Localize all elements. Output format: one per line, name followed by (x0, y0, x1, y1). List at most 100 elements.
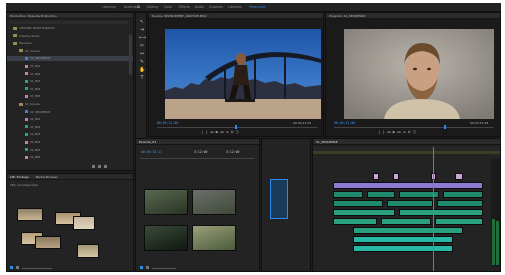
project-item[interactable]: 02_B04 (7, 140, 133, 145)
timeline-clip[interactable] (393, 173, 399, 180)
project-item[interactable]: Chasing Trailer (7, 34, 133, 39)
project-item[interactable]: 01_Scenes (7, 102, 133, 107)
step-forward-icon[interactable]: ▸▸ (398, 130, 402, 134)
overwrite-icon[interactable]: ⧉ (231, 130, 234, 134)
icon-view-icon[interactable] (145, 266, 149, 269)
timeline-clip[interactable] (353, 245, 453, 252)
timeline-clip[interactable] (367, 191, 395, 198)
bin-clip-thumb[interactable] (144, 225, 188, 251)
workspace-tab-production[interactable]: Production (249, 5, 266, 9)
bin-zoom-slider[interactable] (151, 267, 176, 269)
track-select-icon[interactable]: ⇥ (139, 27, 145, 33)
timeline-clip[interactable] (333, 191, 363, 198)
timeline-clip[interactable] (333, 209, 395, 216)
timeline-clip[interactable] (399, 209, 483, 216)
project-item[interactable]: Episodes (7, 41, 133, 46)
step-back-icon[interactable]: ◂◂ (210, 130, 214, 134)
timeline-clip[interactable] (373, 173, 379, 180)
bin-clip-thumb[interactable] (192, 225, 236, 251)
hand-icon[interactable]: ✋ (139, 67, 145, 73)
source-playhead[interactable] (235, 125, 237, 129)
tab-media-browser[interactable]: Media Browser (36, 175, 58, 179)
list-view-icon[interactable] (10, 266, 13, 269)
project-item[interactable]: 02_B03 (7, 132, 133, 137)
project-item[interactable]: 01_B03 (7, 79, 133, 84)
workspace-tab-learning[interactable]: Learning (102, 5, 116, 9)
bin-tab[interactable]: Episode_03 (139, 140, 156, 144)
new-item-icon[interactable] (97, 165, 101, 168)
icon-view-icon[interactable] (15, 266, 19, 269)
source-scrubber[interactable] (157, 127, 317, 128)
workspace-tab-graphics[interactable]: Graphics (209, 5, 223, 9)
timeline-clip[interactable] (443, 191, 483, 198)
selection-tool-icon[interactable]: ↖ (139, 19, 145, 25)
razor-icon[interactable]: ✂ (139, 43, 145, 49)
mark-in-icon[interactable]: { (378, 130, 380, 134)
new-bin-icon[interactable] (92, 165, 95, 168)
project-item[interactable]: 02_B01 (7, 117, 133, 122)
program-timecode[interactable]: 00;05;12;00 (334, 121, 355, 125)
play-icon[interactable]: ▶ (216, 130, 219, 134)
timeline-clip[interactable] (353, 227, 463, 234)
bin-clip-thumb[interactable] (192, 189, 236, 215)
media-thumb[interactable] (35, 236, 61, 249)
timeline-clip[interactable] (435, 218, 483, 225)
step-forward-icon[interactable]: ▸▸ (221, 130, 225, 134)
step-back-icon[interactable]: ◂◂ (387, 130, 391, 134)
source-timecode[interactable]: 00;05;12;00 (157, 121, 178, 125)
project-item[interactable]: 02_B02 (7, 125, 133, 130)
project-scrollbar[interactable] (129, 35, 132, 75)
lift-icon[interactable]: ⧈ (403, 130, 405, 134)
workspace-tab-editing[interactable]: Editing (147, 5, 158, 9)
program-scrubber[interactable] (334, 127, 494, 128)
timeline-clip[interactable] (437, 200, 483, 207)
track-target-area[interactable] (270, 179, 288, 219)
timeline-clip[interactable] (333, 218, 377, 225)
project-item[interactable]: 01_B01 (7, 64, 133, 69)
media-thumb[interactable] (77, 244, 99, 258)
pen-icon[interactable]: ✎ (139, 59, 145, 65)
project-item[interactable]: 02_SEQUENCE (7, 110, 133, 115)
mark-in-icon[interactable]: { (201, 130, 203, 134)
project-item[interactable]: 01_B04 (7, 87, 133, 92)
list-view-icon[interactable] (140, 266, 143, 269)
project-search-input[interactable] (10, 21, 128, 24)
mark-out-icon[interactable]: } (382, 130, 384, 134)
ripple-edit-icon[interactable]: ⟷ (139, 35, 146, 41)
workspace-tab-color[interactable]: Color (164, 5, 172, 9)
timeline-clip[interactable] (387, 200, 433, 207)
trash-icon[interactable] (103, 165, 107, 168)
export-frame-icon[interactable]: ◫ (236, 130, 239, 134)
mark-out-icon[interactable]: } (205, 130, 207, 134)
tab-footage[interactable]: LIB: Footage (10, 175, 29, 179)
project-item[interactable]: CHASING FROM SCRATCH (7, 26, 133, 31)
timeline-clip[interactable] (353, 236, 453, 243)
timeline-tab[interactable]: 01_SEQUENCE (316, 140, 338, 144)
project-item[interactable]: 01_SEQUENCE (7, 56, 133, 62)
program-playhead[interactable] (444, 125, 446, 129)
insert-icon[interactable]: ⧈ (226, 130, 228, 134)
type-icon[interactable]: T (139, 75, 145, 81)
project-item[interactable]: 02_B06 (7, 155, 133, 160)
timeline-clip[interactable] (381, 218, 431, 225)
bin-clip-thumb[interactable] (144, 189, 188, 215)
extract-icon[interactable]: ⧉ (408, 130, 411, 134)
workspace-tab-assembly[interactable]: Assembly (124, 5, 139, 9)
workspace-tab-effects[interactable]: Effects (179, 5, 190, 9)
media-thumb[interactable] (73, 216, 95, 230)
zoom-slider[interactable] (21, 267, 52, 269)
project-item[interactable]: 01_B05 (7, 94, 133, 99)
work-area-bar[interactable] (313, 151, 500, 154)
workspace-tab-libraries[interactable]: Libraries (228, 5, 242, 9)
media-thumb[interactable] (17, 208, 43, 221)
timeline-playhead[interactable] (433, 147, 434, 271)
slip-icon[interactable]: ↔ (139, 51, 145, 57)
timeline-clip[interactable] (455, 173, 463, 180)
timeline-clip[interactable] (333, 182, 483, 189)
timeline-clip[interactable] (333, 200, 383, 207)
play-icon[interactable]: ▶ (393, 130, 396, 134)
workspace-tab-audio[interactable]: Audio (195, 5, 204, 9)
export-frame-icon[interactable]: ◫ (413, 130, 416, 134)
project-item[interactable]: 02_B05 (7, 148, 133, 153)
project-item[interactable]: 01_Scenes (7, 49, 133, 54)
